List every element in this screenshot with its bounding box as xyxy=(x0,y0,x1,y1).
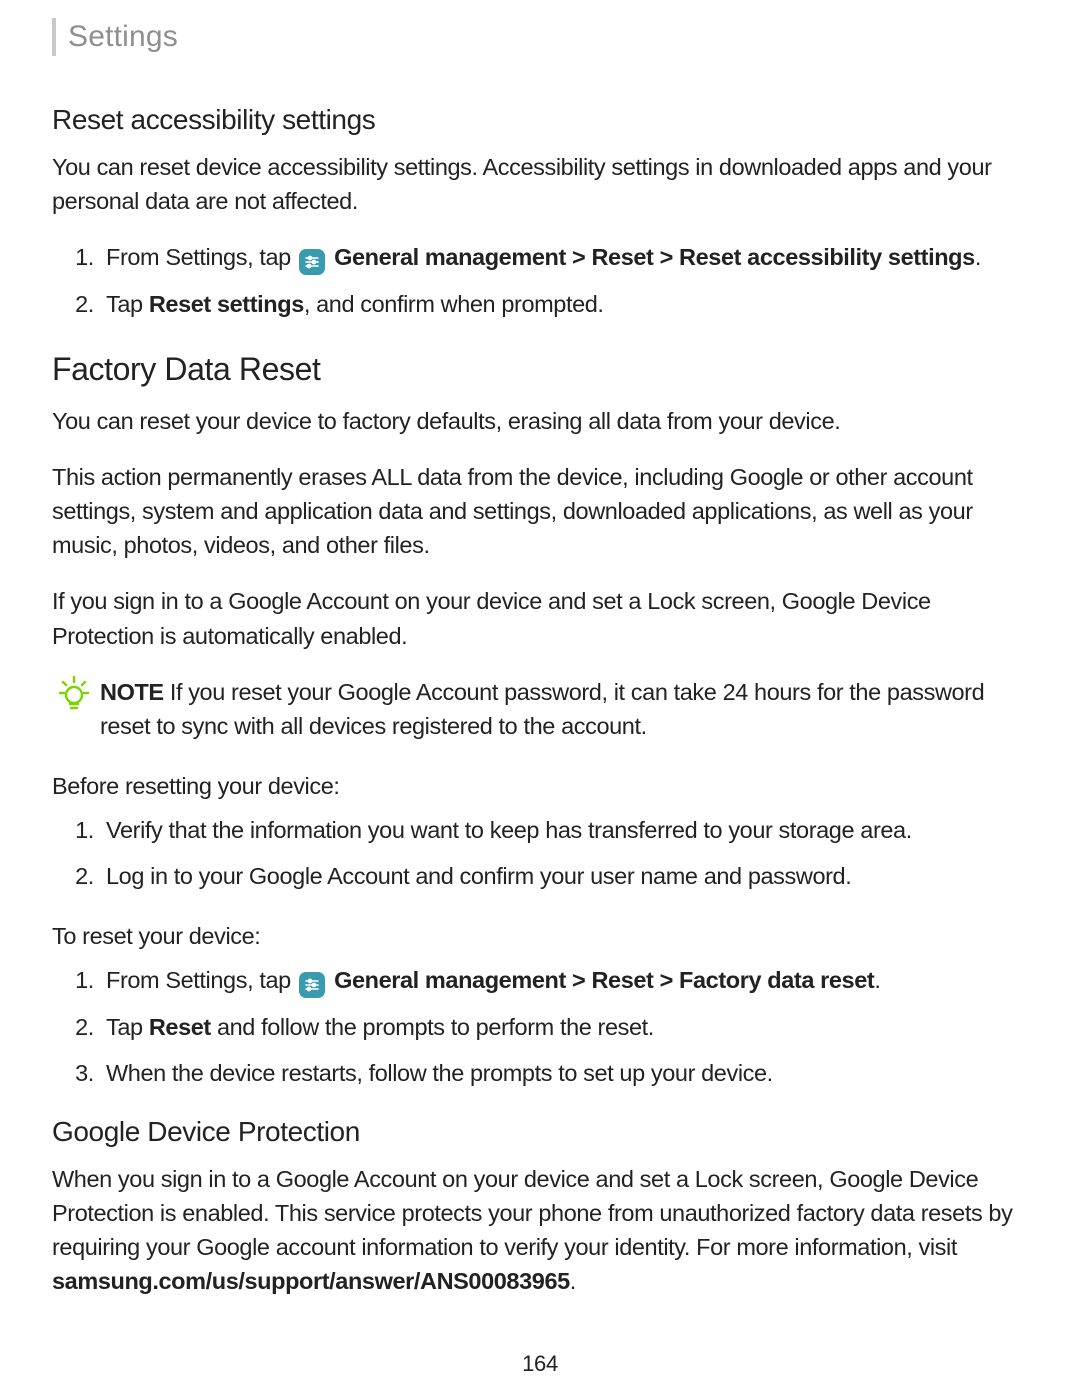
ras1-pre: From Settings, tap xyxy=(106,244,297,270)
fdr-b1: Verify that the information you want to … xyxy=(100,813,1032,847)
general-management-icon xyxy=(299,972,325,998)
fdr-p2: This action permanently erases ALL data … xyxy=(52,460,1032,562)
breadcrumb-text: Settings xyxy=(68,20,178,54)
note-text: NOTE If you reset your Google Account pa… xyxy=(100,675,1032,743)
r2-pre: Tap xyxy=(106,1014,149,1040)
lightbulb-icon xyxy=(52,671,96,715)
fdr-r2: Tap Reset and follow the prompts to perf… xyxy=(100,1010,1032,1044)
fdr-p3: If you sign in to a Google Account on yo… xyxy=(52,584,1032,652)
r1-post: . xyxy=(874,967,880,993)
breadcrumb: Settings xyxy=(52,18,1032,56)
fdr-before-steps: Verify that the information you want to … xyxy=(52,813,1032,893)
fdr-r3: When the device restarts, follow the pro… xyxy=(100,1056,1032,1090)
ras-step-2: Tap Reset settings, and confirm when pro… xyxy=(100,287,1032,321)
general-management-icon xyxy=(299,249,325,275)
ras2-bold: Reset settings xyxy=(149,291,304,317)
ras-step-1: From Settings, tap General management > … xyxy=(100,240,1032,275)
fdr-r1: From Settings, tap General management > … xyxy=(100,963,1032,998)
page-number: 164 xyxy=(0,1351,1080,1377)
fdr-to-reset: To reset your device: xyxy=(52,919,1032,953)
fdr-b2: Log in to your Google Account and confir… xyxy=(100,859,1032,893)
r1-bold: General management > Reset > Factory dat… xyxy=(334,967,874,993)
fdr-p1: You can reset your device to factory def… xyxy=(52,404,1032,438)
fdr-before: Before resetting your device: xyxy=(52,769,1032,803)
gdp-post: . xyxy=(570,1268,576,1294)
breadcrumb-bar xyxy=(52,18,56,56)
fdr-reset-steps: From Settings, tap General management > … xyxy=(52,963,1032,1090)
ras-intro: You can reset device accessibility setti… xyxy=(52,150,1032,218)
heading-reset-accessibility: Reset accessibility settings xyxy=(52,104,1032,136)
gdp-pre: When you sign in to a Google Account on … xyxy=(52,1166,1012,1260)
gdp-text: When you sign in to a Google Account on … xyxy=(52,1162,1032,1298)
document-page: Settings Reset accessibility settings Yo… xyxy=(0,0,1080,1397)
ras1-bold: General management > Reset > Reset acces… xyxy=(334,244,975,270)
note-body: If you reset your Google Account passwor… xyxy=(100,679,984,739)
ras2-pre: Tap xyxy=(106,291,149,317)
heading-google-device-protection: Google Device Protection xyxy=(52,1116,1032,1148)
note-callout: NOTE If you reset your Google Account pa… xyxy=(52,675,1032,743)
r2-post: and follow the prompts to perform the re… xyxy=(211,1014,654,1040)
r1-pre: From Settings, tap xyxy=(106,967,297,993)
ras1-post: . xyxy=(975,244,981,270)
note-label: NOTE xyxy=(100,679,164,705)
r2-bold: Reset xyxy=(149,1014,211,1040)
heading-factory-data-reset: Factory Data Reset xyxy=(52,351,1032,388)
ras-steps: From Settings, tap General management > … xyxy=(52,240,1032,321)
samsung-support-link[interactable]: samsung.com/us/support/answer/ANS0008396… xyxy=(52,1268,570,1294)
ras2-post: , and confirm when prompted. xyxy=(304,291,604,317)
